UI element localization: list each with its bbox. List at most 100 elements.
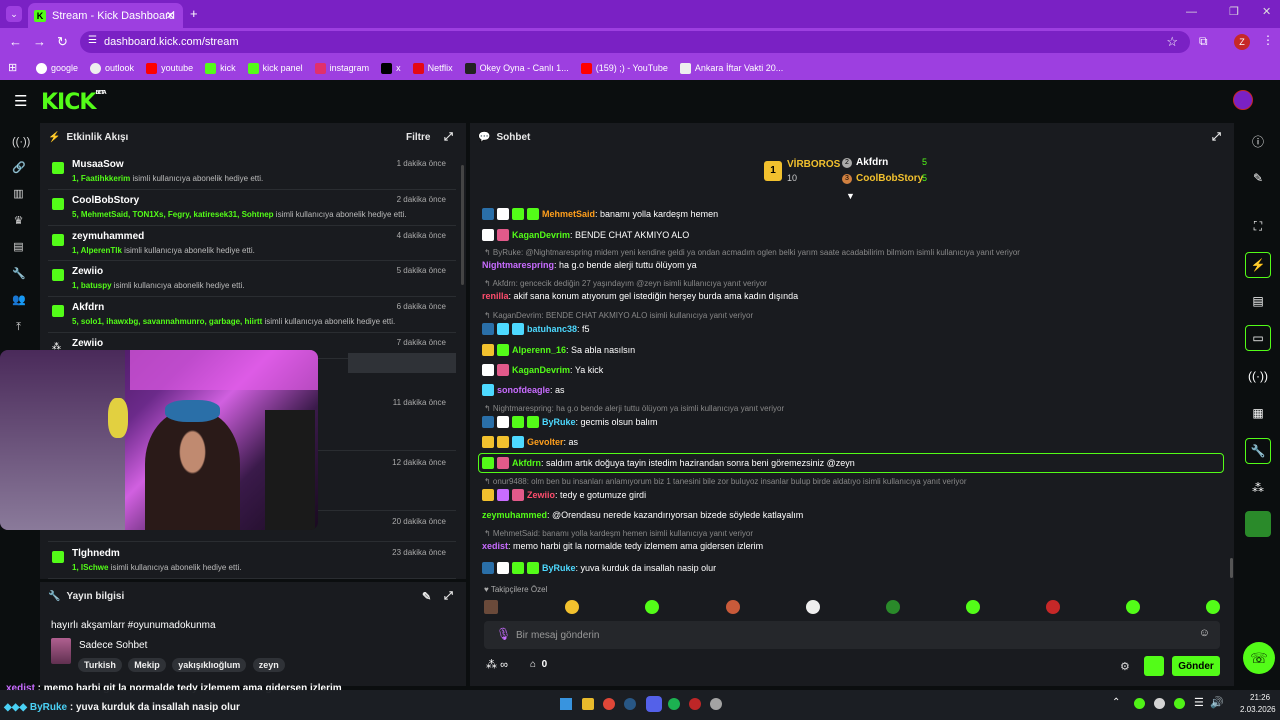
chat-message[interactable]: Gevolter: as bbox=[482, 436, 578, 448]
tab-close-icon[interactable]: ✕ bbox=[166, 9, 175, 22]
event-username[interactable]: MusaaSow bbox=[72, 159, 124, 170]
close-window-icon[interactable]: ✕ bbox=[1262, 5, 1271, 18]
tray-app-icon[interactable] bbox=[1134, 698, 1145, 709]
analytics-icon[interactable]: ▥ bbox=[12, 188, 25, 201]
back-icon[interactable]: ← bbox=[9, 34, 22, 49]
menu-icon[interactable]: ⋮ bbox=[1262, 33, 1274, 47]
chat-username[interactable]: KaganDevrim bbox=[512, 365, 570, 375]
chat-username[interactable]: KaganDevrim bbox=[512, 230, 570, 240]
send-button[interactable]: Gönder bbox=[1172, 656, 1220, 676]
emote-icon[interactable] bbox=[1046, 600, 1060, 614]
chat-username[interactable]: Gevolter bbox=[527, 437, 564, 447]
emote-icon[interactable] bbox=[966, 600, 980, 614]
bookmark-youtube[interactable]: youtube bbox=[146, 62, 193, 74]
chat-message[interactable]: Akfdrn: saldım artık doğuya tayin istedi… bbox=[482, 457, 855, 469]
emote-icon[interactable] bbox=[886, 600, 900, 614]
popout-icon[interactable]: ⤢ bbox=[1212, 131, 1221, 144]
chat-message[interactable]: sonofdeagle: as bbox=[482, 384, 565, 396]
points-indicator[interactable]: ⁂ ∞ bbox=[486, 658, 508, 671]
tray-app-2-icon[interactable] bbox=[1154, 698, 1165, 709]
discord-icon[interactable] bbox=[646, 696, 662, 712]
tag-chip[interactable]: yakışıklıoğlum bbox=[172, 658, 247, 672]
tag-chip[interactable]: Turkish bbox=[78, 658, 122, 672]
chat-username[interactable]: Zewiio bbox=[527, 490, 555, 500]
steam-2-icon[interactable] bbox=[710, 698, 722, 710]
broadcast-icon[interactable]: ((·)) bbox=[1245, 363, 1271, 389]
chat-message[interactable]: ByRuke: yuva kurduk da insallah nasip ol… bbox=[482, 562, 716, 574]
chat-message[interactable]: xedist: memo harbi git la normalde tedy … bbox=[482, 541, 763, 551]
bookmark-google[interactable]: google bbox=[36, 62, 78, 74]
spotify-icon[interactable] bbox=[668, 698, 680, 710]
chat-message-input[interactable]: 🎙 Bir mesaj gönderin ☺ bbox=[484, 621, 1220, 649]
document-icon[interactable]: ▤ bbox=[1245, 288, 1271, 314]
bookmark-youtube-2[interactable]: (159) ;) - YouTube bbox=[580, 62, 668, 74]
chat-username[interactable]: renilla bbox=[482, 291, 509, 301]
volume-icon[interactable]: 🔊 bbox=[1210, 696, 1224, 709]
event-username[interactable]: CoolBobStory bbox=[72, 195, 139, 206]
popout-icon[interactable]: ⤢ bbox=[444, 131, 453, 144]
hamburger-menu-icon[interactable]: ☰ bbox=[14, 92, 27, 110]
gift-rail-icon[interactable]: ⁂ bbox=[1245, 475, 1271, 501]
emote-icon[interactable] bbox=[1206, 600, 1220, 614]
tray-chevron-icon[interactable]: ⌃ bbox=[1112, 697, 1120, 708]
filter-button[interactable]: Filtre bbox=[406, 132, 430, 143]
clock-time[interactable]: 21:26 bbox=[1250, 693, 1270, 702]
upload-icon[interactable]: ⤒ bbox=[12, 321, 25, 334]
gift-counter[interactable]: ⌂ 0 bbox=[530, 659, 547, 670]
bookmark-instagram[interactable]: instagram bbox=[314, 62, 369, 74]
tray-green-icon[interactable] bbox=[1174, 698, 1185, 709]
file-explorer-icon[interactable] bbox=[582, 698, 594, 710]
chrome-icon[interactable] bbox=[603, 698, 615, 710]
windows-start-icon[interactable] bbox=[560, 698, 572, 710]
emote-icon[interactable] bbox=[1126, 600, 1140, 614]
chat-message[interactable]: Zewiio: tedy e gotumuze girdi bbox=[482, 489, 646, 501]
extensions-icon[interactable]: ⧉ bbox=[1199, 34, 1208, 49]
new-tab-icon[interactable]: + bbox=[190, 6, 198, 21]
wrench-icon[interactable]: 🔧 bbox=[12, 268, 26, 281]
scrollbar[interactable] bbox=[461, 165, 464, 285]
tag-chip[interactable]: zeyn bbox=[252, 658, 285, 672]
users-icon[interactable]: 👥 bbox=[12, 294, 26, 307]
browser-tab[interactable]: K Stream - Kick Dashboard ✕ bbox=[28, 3, 183, 28]
chat-message[interactable]: renilla: akif sana konum atıyorum gel is… bbox=[482, 291, 798, 301]
steam-icon[interactable] bbox=[624, 698, 636, 710]
chat-message[interactable]: KaganDevrim: Ya kick bbox=[482, 364, 603, 376]
chat-username[interactable]: MehmetSaid bbox=[542, 209, 595, 219]
chat-username[interactable]: Alperenn_16 bbox=[512, 345, 566, 355]
expand-leaderboard-icon[interactable]: ▼ bbox=[846, 191, 855, 201]
chat-message[interactable]: Nightmarespring: ha g.o bende alerji tut… bbox=[482, 260, 697, 270]
bookmark-star-icon[interactable]: ☆ bbox=[1166, 34, 1178, 50]
emote-icon[interactable] bbox=[645, 600, 659, 614]
chat-username[interactable]: ByRuke bbox=[542, 563, 576, 573]
user-avatar[interactable] bbox=[1233, 90, 1253, 110]
emote-icon[interactable] bbox=[726, 600, 740, 614]
url-field[interactable]: ☰ dashboard.kick.com/stream ☆ bbox=[80, 31, 1190, 53]
kick-logo[interactable]: KICKBETA bbox=[41, 90, 107, 115]
video-icon[interactable]: ▤ bbox=[12, 241, 25, 254]
chat-message[interactable]: batuhanc38: f5 bbox=[482, 323, 590, 335]
event-username[interactable]: Zewiio bbox=[72, 338, 103, 349]
kick-emote-button[interactable] bbox=[1144, 656, 1164, 676]
tag-chip[interactable]: Mekip bbox=[128, 658, 166, 672]
info-icon[interactable]: ⓘ bbox=[1245, 128, 1271, 154]
forward-icon[interactable]: → bbox=[33, 34, 46, 49]
popout-icon[interactable]: ⤢ bbox=[444, 590, 453, 603]
reload-icon[interactable]: ↻ bbox=[57, 34, 68, 50]
chat-message[interactable]: zeymuhammed: @Orendasu nerede kazandırıy… bbox=[482, 510, 803, 520]
minimize-icon[interactable]: — bbox=[1186, 6, 1197, 18]
mic-icon[interactable]: 🎙 bbox=[496, 627, 511, 641]
bolt-button-icon[interactable]: ⚡ bbox=[1245, 252, 1271, 278]
chat-username[interactable]: Nightmarespring bbox=[482, 260, 554, 270]
emote-icon[interactable] bbox=[484, 600, 498, 614]
clock-date[interactable]: 2.03.2026 bbox=[1240, 705, 1276, 714]
obs-icon[interactable] bbox=[689, 698, 701, 710]
chat-username[interactable]: batuhanc38 bbox=[527, 324, 577, 334]
event-username[interactable]: Tlghnedm bbox=[72, 548, 120, 559]
wifi-icon[interactable]: ☰ bbox=[1194, 696, 1204, 709]
chat-scrollbar[interactable] bbox=[1230, 558, 1233, 578]
layout-icon[interactable]: ▦ bbox=[1245, 400, 1271, 426]
emote-icon[interactable] bbox=[806, 600, 820, 614]
emote-icon[interactable] bbox=[565, 600, 579, 614]
chat-username[interactable]: ByRuke bbox=[542, 417, 576, 427]
support-button[interactable]: ☏ bbox=[1243, 642, 1275, 674]
